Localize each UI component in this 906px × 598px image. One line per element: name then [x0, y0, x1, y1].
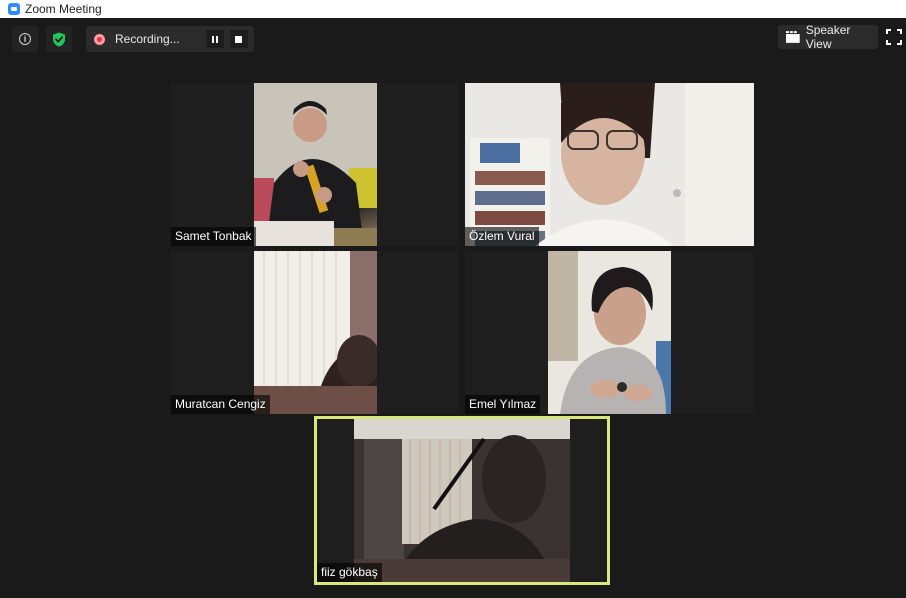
meeting-toolbar: i Recording...	[12, 26, 254, 52]
participant-name: Muratcan Cengiz	[171, 395, 270, 414]
stop-icon	[235, 35, 243, 43]
window-title: Zoom Meeting	[25, 2, 102, 16]
recording-label: Recording...	[115, 32, 180, 46]
recording-indicator: Recording...	[86, 26, 254, 52]
security-button[interactable]	[46, 26, 72, 52]
stop-recording-button[interactable]	[229, 30, 248, 48]
video-tile[interactable]: Muratcan Cengiz	[171, 251, 459, 414]
speaker-view-label: Speaker View	[805, 23, 851, 51]
video-tile[interactable]: Samet Tonbak	[171, 83, 459, 246]
fullscreen-button[interactable]	[886, 29, 902, 45]
participant-video	[254, 83, 377, 246]
participant-name: fiiz gökbaş	[317, 563, 382, 582]
participant-video	[254, 251, 377, 414]
recording-icon	[94, 33, 105, 45]
meeting-area: i Recording... Speaker View Samet Tonbak…	[0, 18, 906, 598]
participant-name: Emel Yılmaz	[465, 395, 541, 414]
participant-video	[354, 419, 570, 582]
participant-name: Özlem Vural	[465, 227, 539, 246]
info-icon: i	[19, 33, 31, 45]
fullscreen-icon	[886, 29, 902, 45]
shield-check-icon	[53, 32, 65, 46]
speaker-view-button[interactable]: Speaker View	[778, 23, 878, 51]
recording-controls	[205, 30, 248, 48]
video-tile[interactable]: Emel Yılmaz	[465, 251, 754, 414]
meeting-info-button[interactable]: i	[12, 26, 38, 52]
speaker-view-icon	[786, 31, 800, 43]
participant-name: Samet Tonbak	[171, 227, 256, 246]
participant-video	[548, 251, 671, 414]
window-titlebar: Zoom Meeting	[0, 0, 906, 18]
video-tile-active[interactable]: fiiz gökbaş	[317, 419, 607, 582]
participant-video	[465, 83, 754, 246]
video-tile[interactable]: Özlem Vural	[465, 83, 754, 246]
zoom-app-icon	[8, 3, 20, 15]
pause-recording-button[interactable]	[205, 30, 224, 48]
pause-icon	[211, 35, 218, 43]
